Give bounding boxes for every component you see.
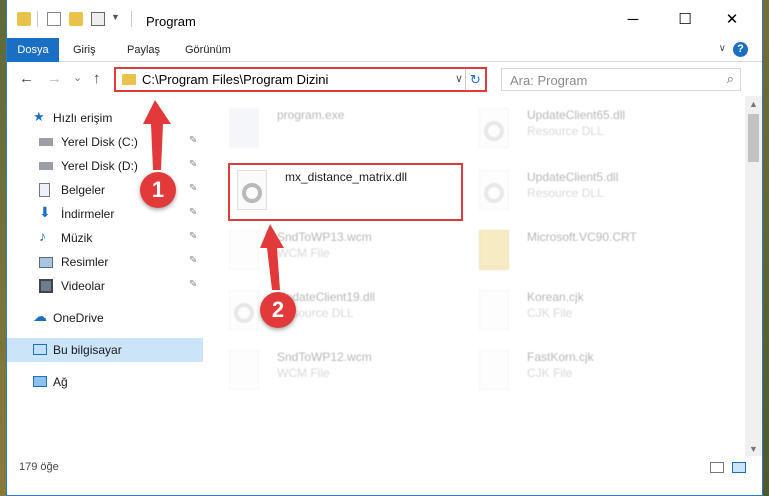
- arrow-1: [143, 100, 171, 170]
- annotation-overlay: [143, 100, 284, 290]
- callout-1: 1: [140, 172, 176, 208]
- callout-2: 2: [260, 292, 296, 328]
- arrow-2: [260, 224, 284, 290]
